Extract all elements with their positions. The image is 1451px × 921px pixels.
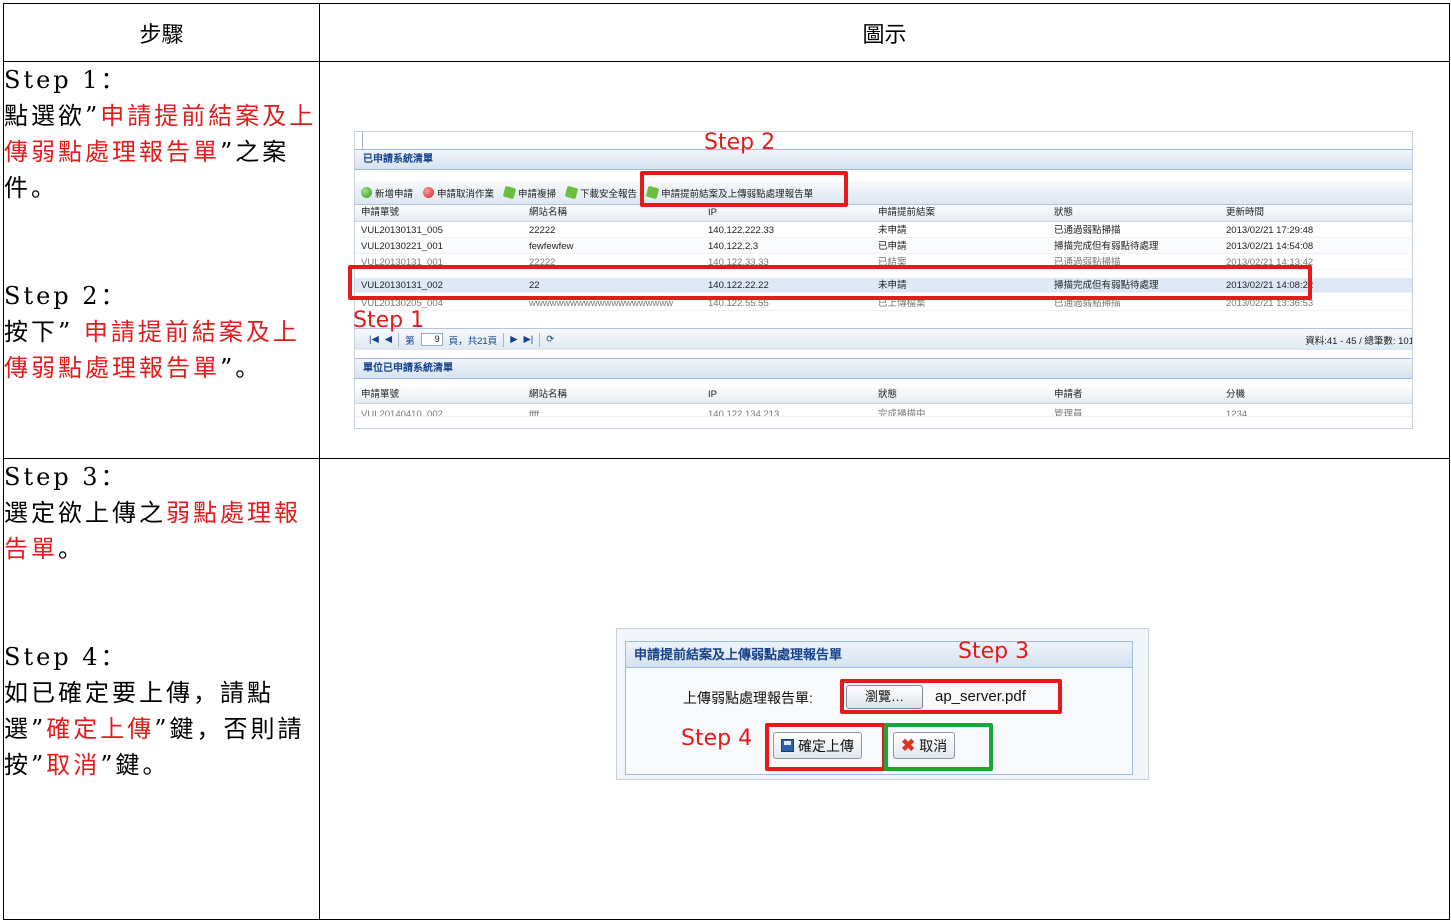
puzzle-icon xyxy=(564,185,579,200)
first-page-icon[interactable]: |◀ xyxy=(369,334,379,345)
upload-label: 上傳弱點處理報告單: xyxy=(683,690,813,706)
step3-text: 選定欲上傳之弱點處理報告單。 xyxy=(4,499,301,563)
step3-label: Step 3 xyxy=(958,639,1030,664)
col-header[interactable]: 申請單號 xyxy=(355,205,523,221)
page-total: 頁，共21頁 xyxy=(448,335,498,347)
step1-title: Step 1： xyxy=(4,66,128,94)
cancel-highlight xyxy=(884,723,993,771)
grid-header-2: 申請單號 網站名稱 IP 狀態 申請者 分機 xyxy=(355,387,1412,404)
step2-highlight xyxy=(640,171,848,207)
cancel-request-button[interactable]: 申請取消作業 xyxy=(423,186,494,200)
record-info: 資料:41 - 45 / 總筆數: 101 xyxy=(1305,335,1413,347)
dialog-title: 申請提前結案及上傳弱點處理報告單 xyxy=(626,642,1132,668)
list-toolbar: 新增申請 申請取消作業 申請複掃 下載安全報告 申請提前結案及上傳弱點處理報告單 xyxy=(355,181,1412,205)
col-header[interactable]: 狀態 xyxy=(1048,205,1220,221)
table-row[interactable]: VUL20130131_005 22222 140.122.222.33 未申請 已通過… xyxy=(355,223,1412,238)
page-label: 第 xyxy=(405,335,415,347)
refresh-icon[interactable]: ⟳ xyxy=(546,334,554,345)
step4-text: 如已確定要上傳，請點選”確定上傳”鍵，否則請按”取消”鍵。 xyxy=(4,679,305,779)
step4-highlight xyxy=(765,723,886,771)
unit-system-list-title: 單位已申請系統清單 xyxy=(355,358,1412,379)
step3-title: Step 3： xyxy=(4,463,128,491)
remove-icon xyxy=(423,187,435,198)
header-step: 步驟 xyxy=(3,3,320,62)
col-header[interactable]: IP xyxy=(702,387,872,403)
puzzle-icon xyxy=(502,185,517,200)
add-icon xyxy=(361,187,372,198)
step-cell-1-2: Step 1： 點選欲”申請提前結案及上傳弱點處理報告單”之案件。 Step 2… xyxy=(3,61,320,459)
step-cell-3-4: Step 3： 選定欲上傳之弱點處理報告單。 Step 4： 如已確定要上傳，請… xyxy=(3,458,320,920)
prev-page-icon[interactable]: ◀ xyxy=(385,334,392,345)
step4-title: Step 4： xyxy=(4,643,128,671)
step4-label: Step 4 xyxy=(681,726,753,751)
step1-highlight xyxy=(348,265,1312,300)
pagination-bar: |◀ ◀ 第 9 頁，共21頁 ▶ ▶| ⟳ 資料:41 - 45 / 總筆數:… xyxy=(355,328,1413,350)
col-header[interactable]: 申請單號 xyxy=(355,387,523,403)
col-header[interactable]: 狀態 xyxy=(872,387,1048,403)
col-header[interactable]: 申請者 xyxy=(1048,387,1220,403)
applied-system-list-title: 已申請系統清單 xyxy=(355,149,1412,170)
step2-title: Step 2： xyxy=(4,282,128,310)
new-request-button[interactable]: 新增申請 xyxy=(361,186,413,200)
col-header[interactable]: 網站名稱 xyxy=(523,387,702,403)
step2-text: 按下” 申請提前結案及上傳弱點處理報告單”。 xyxy=(4,318,300,382)
col-header[interactable]: 更新時間 xyxy=(1220,205,1412,221)
col-header[interactable]: IP xyxy=(702,205,872,221)
next-page-icon[interactable]: ▶ xyxy=(510,334,517,345)
rescan-button[interactable]: 申請複掃 xyxy=(502,185,556,200)
step3-highlight xyxy=(840,679,1062,714)
page-number-input[interactable]: 9 xyxy=(420,333,443,346)
table-row[interactable]: VUL20130221_001 fewfewfew 140.122.2.3 已申請 掃描… xyxy=(355,239,1412,254)
header-figure: 圖示 xyxy=(319,3,1450,62)
step2-label: Step 2 xyxy=(704,130,776,155)
last-page-icon[interactable]: ▶| xyxy=(524,334,534,345)
table-row-partial[interactable]: VUL20140410_002 ffff 140.122.134.213 完成掃描中管… xyxy=(355,407,1412,417)
frame-edge xyxy=(362,132,363,150)
col-header[interactable]: 網站名稱 xyxy=(523,205,702,221)
step1-text: 點選欲”申請提前結案及上傳弱點處理報告單”之案件。 xyxy=(4,102,317,202)
col-header[interactable]: 分機 xyxy=(1220,387,1412,403)
col-header[interactable]: 申請提前結案 xyxy=(872,205,1048,221)
grid-header: 申請單號 網站名稱 IP 申請提前結案 狀態 更新時間 xyxy=(355,205,1412,222)
download-report-button[interactable]: 下載安全報告 xyxy=(564,185,637,200)
step1-label: Step 1 xyxy=(353,308,425,333)
